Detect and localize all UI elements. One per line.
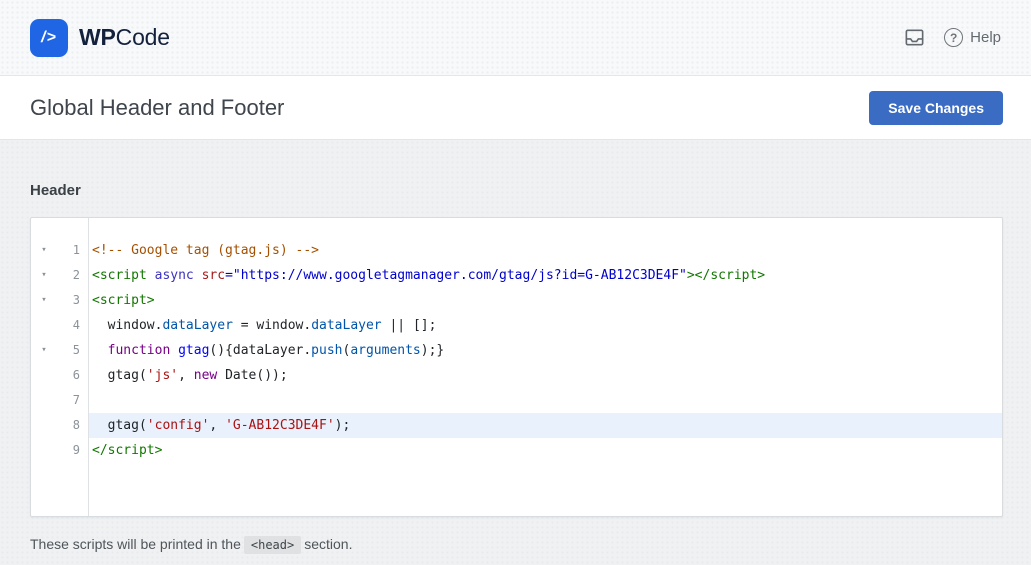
fold-arrow-icon[interactable]: ▾ [31,288,57,313]
code-line-content[interactable]: function gtag(){dataLayer.push(arguments… [88,338,1002,363]
code-line-content[interactable]: <!-- Google tag (gtag.js) --> [88,238,1002,263]
code-token: (){dataLayer. [209,343,311,358]
code-line-content[interactable]: </script> [88,438,1002,463]
line-number: 8 [57,413,88,438]
code-token: || []; [382,318,437,333]
header-code-editor[interactable]: ▾1<!-- Google tag (gtag.js) -->▾2<script… [30,217,1003,517]
help-button[interactable]: ? Help [944,28,1001,47]
code-token: ="https://www.googletagmanager.com/gtag/… [225,268,687,283]
code-token [194,268,202,283]
save-changes-button[interactable]: Save Changes [869,91,1003,125]
code-token: push [311,343,342,358]
code-token: <!-- Google tag (gtag.js) --> [92,243,319,258]
gutter-separator [88,218,89,516]
code-token: async [155,268,194,283]
code-token: 'config' [147,418,210,433]
code-token: gtag( [92,418,147,433]
code-token: Date()); [217,368,287,383]
code-token: gtag [178,343,209,358]
code-line: ▾3 <script> [31,288,1002,313]
main-content: Header ▾1<!-- Google tag (gtag.js) -->▾2… [0,140,1031,564]
footer-note: These scripts will be printed in the<hea… [30,536,1003,554]
code-token [147,268,155,283]
help-label: Help [970,29,1001,46]
fold-arrow-icon [31,313,57,338]
code-token: ); [335,418,351,433]
code-token: window. [92,318,162,333]
code-line: 6 gtag('js', new Date()); [31,363,1002,388]
code-token [92,343,108,358]
code-line: 8 gtag('config', 'G-AB12C3DE4F'); [31,413,1002,438]
code-token: <script [92,268,147,283]
header-section-label: Header [30,182,1003,199]
fold-arrow-icon[interactable]: ▾ [31,238,57,263]
code-line: ▾1 <!-- Google tag (gtag.js) --> [31,238,1002,263]
code-line-content[interactable]: <script async src="https://www.googletag… [88,263,1002,288]
code-token: gtag( [92,368,147,383]
code-line-content[interactable]: gtag('js', new Date()); [88,363,1002,388]
code-token: <script> [92,293,155,308]
code-line-content[interactable]: gtag('config', 'G-AB12C3DE4F'); [88,413,1002,438]
line-number: 7 [57,388,88,413]
footer-note-prefix: These scripts will be printed in the [30,536,241,552]
line-number: 2 [57,263,88,288]
code-line: 7 [31,388,1002,413]
wpcode-logo-text: WPCode [79,24,170,51]
code-line: 9 </script> [31,438,1002,463]
fold-arrow-icon [31,413,57,438]
code-token: = window. [233,318,311,333]
code-token: arguments [350,343,420,358]
code-token: );} [421,343,444,358]
top-bar: /> WPCode ? Help [0,0,1031,76]
code-line-content[interactable]: <script> [88,288,1002,313]
fold-arrow-icon[interactable]: ▾ [31,338,57,363]
code-token [170,343,178,358]
code-token: new [194,368,217,383]
line-number: 4 [57,313,88,338]
code-token: dataLayer [311,318,381,333]
code-line: ▾5 function gtag(){dataLayer.push(argume… [31,338,1002,363]
code-slash-icon: /> [41,29,57,47]
fold-arrow-icon [31,388,57,413]
wpcode-logo-icon: /> [30,19,68,57]
inbox-icon[interactable] [903,26,926,49]
line-number: 9 [57,438,88,463]
fold-arrow-icon[interactable]: ▾ [31,263,57,288]
head-tag-chip: <head> [244,536,301,554]
code-line: 4 window.dataLayer = window.dataLayer ||… [31,313,1002,338]
line-number: 1 [57,238,88,263]
code-line-content[interactable]: window.dataLayer = window.dataLayer || [… [88,313,1002,338]
line-number: 5 [57,338,88,363]
code-line-content[interactable] [88,388,1002,413]
line-number: 3 [57,288,88,313]
question-mark-icon: ? [944,28,963,47]
fold-arrow-icon [31,438,57,463]
fold-arrow-icon [31,363,57,388]
code-token: , [209,418,225,433]
code-token: src [202,268,225,283]
code-token: dataLayer [162,318,232,333]
code-token: 'js' [147,368,178,383]
code-token: , [178,368,194,383]
code-lines: ▾1<!-- Google tag (gtag.js) -->▾2<script… [31,218,1002,463]
code-token: function [108,343,171,358]
code-token: ></script> [687,268,765,283]
code-token: 'G-AB12C3DE4F' [225,418,335,433]
page-header: Global Header and Footer Save Changes [0,76,1031,140]
wpcode-logo: /> WPCode [30,19,170,57]
code-line: ▾2<script async src="https://www.googlet… [31,263,1002,288]
code-token: </script> [92,443,162,458]
brand-code: Code [116,24,170,50]
footer-note-suffix: section. [304,536,352,552]
brand-wp: WP [79,24,116,50]
line-number: 6 [57,363,88,388]
page-title: Global Header and Footer [30,95,284,121]
